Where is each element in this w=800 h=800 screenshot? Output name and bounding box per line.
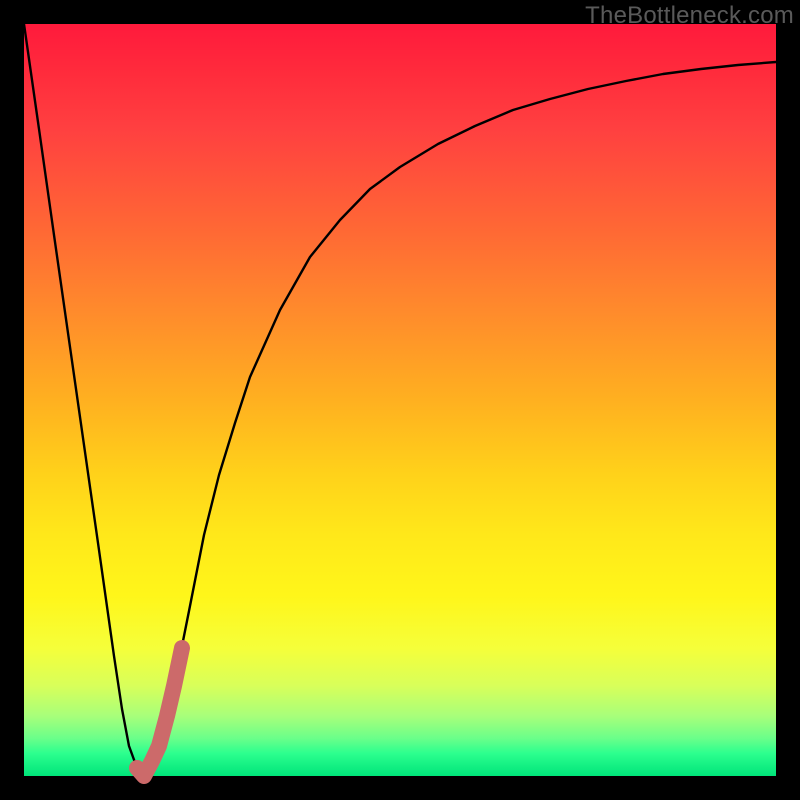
- chart-frame: TheBottleneck.com: [0, 0, 800, 800]
- highlight-segment: [137, 648, 182, 776]
- curve-svg: [24, 24, 776, 776]
- bottleneck-curve: [24, 24, 776, 776]
- plot-area: [24, 24, 776, 776]
